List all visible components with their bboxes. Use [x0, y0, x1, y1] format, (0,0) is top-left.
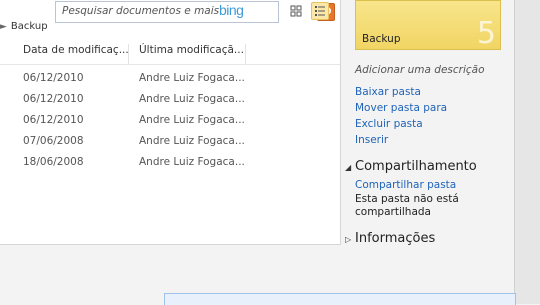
- table-row[interactable]: 06/12/2010 Andre Luiz Fogaca...: [0, 68, 340, 89]
- column-header-last-modified-by[interactable]: Última modificaçã...: [139, 44, 244, 66]
- date-cell: 06/12/2010: [23, 93, 84, 105]
- table-row[interactable]: 06/12/2010 Andre Luiz Fogaca...: [0, 89, 340, 110]
- date-cell: 06/12/2010: [23, 72, 84, 84]
- date-cell: 07/06/2008: [23, 135, 84, 147]
- sharing-section-title: Compartilhamento: [355, 159, 477, 174]
- info-section-title: Informações: [355, 231, 436, 246]
- table-row[interactable]: 07/06/2008 Andre Luiz Fogaca...: [0, 131, 340, 152]
- bing-logo: bing: [219, 2, 244, 18]
- expanded-triangle-icon: ◢: [345, 163, 352, 172]
- collapsed-triangle-icon: ▷: [345, 235, 352, 244]
- embed-link[interactable]: Inserir: [355, 134, 388, 146]
- table-row[interactable]: 06/12/2010 Andre Luiz Fogaca...: [0, 110, 340, 131]
- folder-tile-name: Backup: [362, 33, 401, 45]
- add-description-link[interactable]: Adicionar uma descrição: [355, 64, 485, 76]
- header-divider: [0, 64, 340, 65]
- thumbnail-view-icon: [290, 5, 302, 17]
- sharing-status-text: Esta pasta não está compartilhada: [355, 193, 459, 218]
- search-input[interactable]: Pesquisar documentos e mais: [62, 5, 219, 17]
- delete-folder-link[interactable]: Excluir pasta: [355, 118, 423, 130]
- date-cell: 18/06/2008: [23, 156, 84, 168]
- share-folder-link[interactable]: Compartilhar pasta: [355, 179, 456, 191]
- move-folder-link[interactable]: Mover pasta para: [355, 102, 447, 114]
- modified-by-cell: Andre Luiz Fogaca...: [139, 93, 245, 105]
- folder-item-count: 5: [476, 16, 496, 51]
- date-cell: 06/12/2010: [23, 114, 84, 126]
- info-section-header[interactable]: ▷ Informações: [345, 231, 435, 246]
- modified-by-cell: Andre Luiz Fogaca...: [139, 156, 245, 168]
- right-scrollbar[interactable]: [514, 0, 540, 304]
- details-side-pane: Backup 5 Adicionar uma descrição Baixar …: [345, 0, 510, 304]
- breadcrumb-arrow-icon: ►: [0, 22, 7, 32]
- sharing-section-header[interactable]: ◢ Compartilhamento: [345, 159, 477, 174]
- modified-by-cell: Andre Luiz Fogaca...: [139, 114, 245, 126]
- modified-by-cell: Andre Luiz Fogaca...: [139, 135, 245, 147]
- search-box[interactable]: Pesquisar documentos e mais bing: [55, 1, 335, 23]
- details-view-button[interactable]: [311, 2, 329, 20]
- bottom-notification-panel: [164, 293, 516, 305]
- file-list-pane: Pesquisar documentos e mais bing ► Backup…: [0, 0, 341, 245]
- breadcrumb-current[interactable]: Backup: [11, 21, 48, 32]
- thumbnail-view-button[interactable]: [287, 2, 305, 20]
- folder-tile[interactable]: Backup 5: [355, 0, 501, 51]
- column-divider[interactable]: [245, 44, 246, 64]
- column-header-date-modified[interactable]: Data de modificaç...: [23, 44, 129, 66]
- breadcrumb: ► Backup: [0, 21, 48, 37]
- column-divider[interactable]: [128, 44, 129, 64]
- modified-by-cell: Andre Luiz Fogaca...: [139, 72, 245, 84]
- details-view-icon: [315, 6, 325, 16]
- table-row[interactable]: 18/06/2008 Andre Luiz Fogaca...: [0, 152, 340, 173]
- download-folder-link[interactable]: Baixar pasta: [355, 86, 421, 98]
